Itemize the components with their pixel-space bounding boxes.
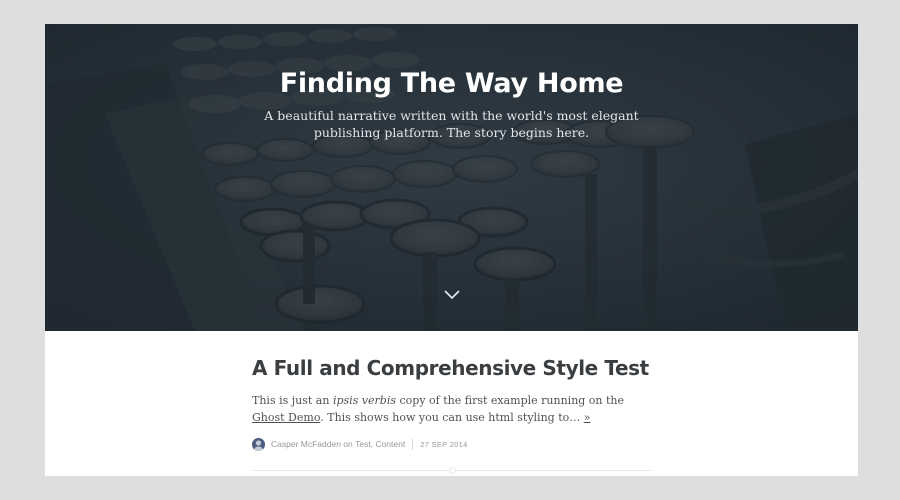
avatar-image — [252, 437, 265, 451]
excerpt-text: . This shows how you can use html stylin… — [320, 411, 581, 424]
meta-divider — [412, 438, 414, 450]
author-link[interactable]: Casper McFadden — [271, 439, 341, 449]
author-avatar[interactable] — [252, 437, 265, 451]
post-title-link[interactable]: A Full and Comprehensive Style Test — [252, 356, 652, 380]
read-more-link[interactable]: » — [584, 411, 591, 424]
scroll-down-button[interactable] — [443, 288, 461, 302]
hero-header: Finding The Way Home A beautiful narrati… — [45, 24, 858, 331]
excerpt-text: This is just an — [252, 394, 333, 407]
post-meta: Casper McFadden on Test , Content 27 SEP… — [252, 436, 652, 452]
post-preview: A Full and Comprehensive Style Test This… — [252, 356, 652, 452]
divider-dot — [449, 467, 456, 474]
tag-link-test[interactable]: Test — [355, 439, 371, 449]
meta-on-text: on — [340, 439, 356, 449]
post-excerpt: This is just an ipsis verbis copy of the… — [252, 392, 652, 426]
ghost-demo-link[interactable]: Ghost Demo — [252, 411, 320, 424]
excerpt-text: copy of the first example running on the — [396, 394, 625, 407]
post-date: 27 SEP 2014 — [420, 439, 468, 449]
excerpt-emphasis: ipsis verbis — [332, 394, 396, 407]
tag-link-content[interactable]: Content — [375, 439, 405, 449]
chevron-down-icon — [444, 290, 460, 300]
blog-description: A beautiful narrative written with the w… — [264, 108, 639, 140]
blog-title: Finding The Way Home — [279, 68, 624, 99]
blog-page: Finding The Way Home A beautiful narrati… — [45, 24, 858, 476]
